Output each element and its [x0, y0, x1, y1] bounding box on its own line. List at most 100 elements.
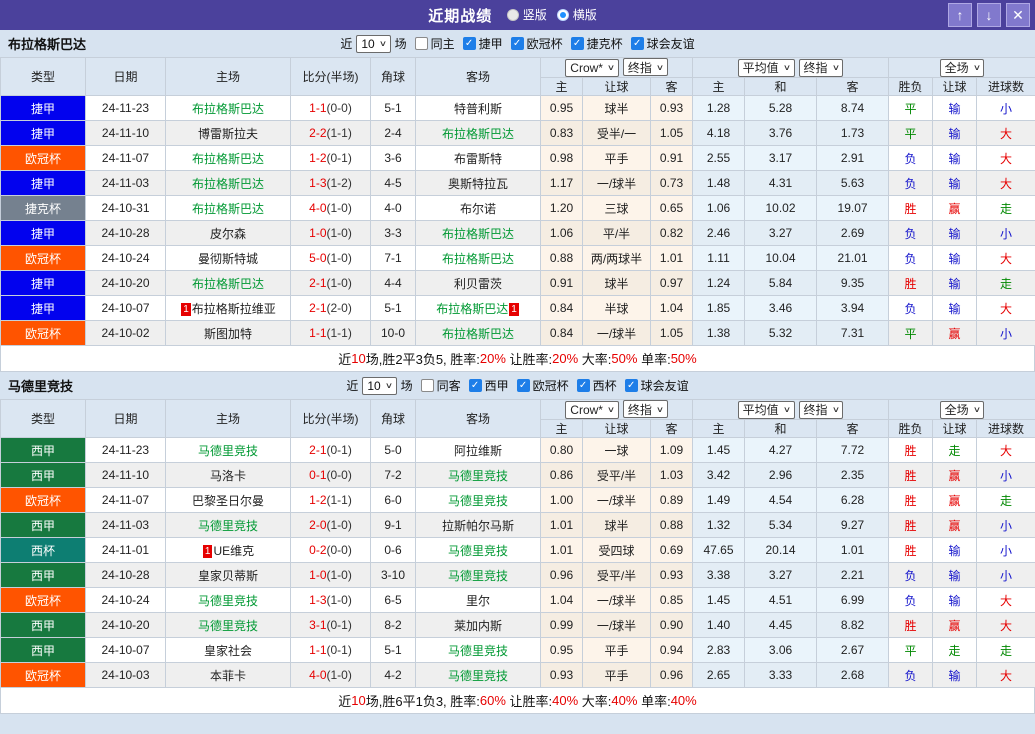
- score-cell: 4-0(1-0): [290, 662, 371, 688]
- move-up-button[interactable]: ↑: [948, 3, 972, 27]
- competition-filter-checkbox[interactable]: ✓: [510, 37, 524, 50]
- competition-badge: 欧冠杯: [0, 245, 86, 271]
- competition-filter-label: 欧冠杯: [532, 379, 569, 393]
- same-venue-checkbox[interactable]: [414, 37, 428, 50]
- summary-row: 近 10 场,胜2平3负5, 胜率: 20% 让胜率: 20% 大率: 50% 单率: 50…: [0, 346, 1035, 372]
- home-team-name: 马德里竞技: [197, 618, 258, 633]
- avg-draw-cell: 5.32: [744, 320, 818, 346]
- score-cell: 1-0(1-0): [290, 562, 371, 588]
- home-odds-cell: 0.95: [540, 95, 583, 121]
- competition-filter-checkbox[interactable]: ✓: [624, 379, 638, 392]
- corners-cell: 5-0: [370, 437, 416, 463]
- corners-cell: 8-2: [370, 612, 416, 638]
- result-wdl-cell: 平: [888, 120, 934, 146]
- horizontal-layout-label: 横版: [572, 8, 597, 23]
- chevron-down-icon: ∨: [831, 63, 840, 72]
- competition-filter-checkbox[interactable]: ✓: [570, 37, 584, 50]
- games-count-select[interactable]: 10 ∨: [362, 376, 397, 395]
- avg-time-select[interactable]: 终指 ∨: [798, 58, 844, 77]
- scope-select[interactable]: 全场 ∨: [939, 58, 985, 77]
- away-team-cell: 马德里竞技: [415, 662, 541, 688]
- competition-filter-checkbox[interactable]: ✓: [516, 379, 530, 392]
- avg-draw-cell: 20.14: [744, 537, 818, 563]
- summary-text: 50%: [611, 351, 638, 366]
- handicap-cell: 两/两球半: [582, 245, 651, 271]
- avg-draw-cell: 3.27: [744, 220, 818, 246]
- avg-away-cell: 7.72: [816, 437, 890, 463]
- match-row: 西甲 24-11-03 马德里竞技 2-0(1-0) 9-1 拉斯帕尔马斯 1.01 球半 0.…: [0, 512, 1035, 538]
- home-odds-cell: 1.01: [540, 537, 583, 563]
- competition-badge: 西甲: [0, 437, 86, 463]
- result-wdl-cell: 负: [888, 245, 934, 271]
- avg-draw-cell: 4.54: [744, 487, 818, 513]
- handicap-cell: 一/球半: [582, 170, 651, 196]
- summary-text: 单率:: [637, 352, 671, 367]
- same-venue-checkbox[interactable]: [420, 379, 434, 392]
- avg-away-cell: 5.63: [816, 170, 890, 196]
- games-count-select[interactable]: 10 ∨: [356, 34, 391, 53]
- avg-source-select[interactable]: 平均值 ∨: [737, 58, 795, 77]
- score-cell: 2-1(2-0): [290, 295, 371, 321]
- competition-filter-checkbox[interactable]: ✓: [462, 37, 476, 50]
- competition-badge: 捷甲: [0, 120, 86, 146]
- avg-home-cell: 2.65: [692, 662, 746, 688]
- match-date: 24-10-02: [85, 320, 166, 346]
- odds-group-header: Crow* ∨ 终指 ∨: [539, 399, 694, 420]
- result-goals-cell: 走: [976, 487, 1035, 513]
- avg-source-select[interactable]: 平均值 ∨: [737, 400, 795, 419]
- home-team-name: 皇家社会: [203, 643, 252, 658]
- column-header: 主: [692, 419, 746, 438]
- close-button[interactable]: ✕: [1006, 3, 1030, 27]
- section-header: 布拉格斯巴达近 10 ∨ 场同主 ✓ 捷甲 ✓ 欧冠杯 ✓ 捷克杯 ✓ 球会友谊: [0, 30, 1035, 57]
- scope-select[interactable]: 全场 ∨: [939, 400, 985, 419]
- result-wdl-cell: 负: [888, 662, 934, 688]
- column-header: 让球: [932, 419, 978, 438]
- match-date: 24-11-07: [85, 487, 166, 513]
- score-cell: 1-1(0-1): [290, 637, 371, 663]
- competition-filter-label: 球会友谊: [646, 37, 695, 51]
- result-handicap-cell: 赢: [932, 612, 978, 638]
- odds-time-select[interactable]: 终指 ∨: [622, 400, 668, 419]
- home-team-name: 布拉格斯巴达: [191, 176, 264, 191]
- avg-away-cell: 1.73: [816, 120, 890, 146]
- avg-time-select[interactable]: 终指 ∨: [798, 400, 844, 419]
- avg-away-cell: 2.69: [816, 220, 890, 246]
- home-odds-cell: 0.84: [540, 320, 583, 346]
- chevron-down-icon: ∨: [606, 405, 615, 415]
- odds-time-select[interactable]: 终指 ∨: [622, 58, 668, 77]
- match-date: 24-11-10: [85, 120, 166, 146]
- score-cell: 1-1(1-1): [290, 320, 371, 346]
- result-handicap-cell: 输: [932, 662, 978, 688]
- result-wdl-cell: 胜: [888, 270, 934, 296]
- move-down-button[interactable]: ↓: [977, 3, 1001, 27]
- horizontal-layout-radio[interactable]: [556, 9, 569, 21]
- away-team-name: 马德里竞技: [447, 493, 508, 508]
- rank-badge: 1: [181, 302, 191, 316]
- competition-filter-checkbox[interactable]: ✓: [468, 379, 482, 392]
- vertical-layout-radio[interactable]: [506, 9, 519, 21]
- odds-source-select[interactable]: Crow* ∨: [565, 58, 619, 77]
- home-odds-cell: 1.00: [540, 487, 583, 513]
- match-date: 24-10-20: [85, 270, 166, 296]
- result-goals-cell: 小: [976, 512, 1035, 538]
- away-odds-cell: 1.03: [649, 462, 694, 488]
- column-header: 客: [649, 419, 694, 438]
- away-odds-cell: 1.09: [649, 437, 694, 463]
- result-handicap-cell: 输: [932, 95, 978, 121]
- match-row: 捷甲 24-11-03 布拉格斯巴达 1-3(1-2) 4-5 奥斯特拉瓦 1.17 一/球半…: [0, 170, 1035, 196]
- result-wdl-cell: 胜: [888, 487, 934, 513]
- odds-source-select[interactable]: Crow* ∨: [565, 400, 619, 419]
- competition-filter-checkbox[interactable]: ✓: [630, 37, 644, 50]
- competition-filter-checkbox[interactable]: ✓: [576, 379, 590, 392]
- corners-cell: 5-1: [370, 295, 416, 321]
- away-odds-cell: 0.93: [649, 562, 694, 588]
- home-team-name: 皇家贝蒂斯: [197, 568, 258, 583]
- summary-text: 场,胜6平1负3, 胜率:: [365, 694, 480, 709]
- near-label: 近: [346, 379, 359, 393]
- competition-badge: 西杯: [0, 537, 86, 563]
- result-wdl-cell: 胜: [888, 612, 934, 638]
- match-date: 24-10-07: [85, 295, 166, 321]
- result-handicap-cell: 走: [932, 437, 978, 463]
- corners-cell: 3-6: [370, 145, 416, 171]
- near-label: 近: [340, 37, 353, 51]
